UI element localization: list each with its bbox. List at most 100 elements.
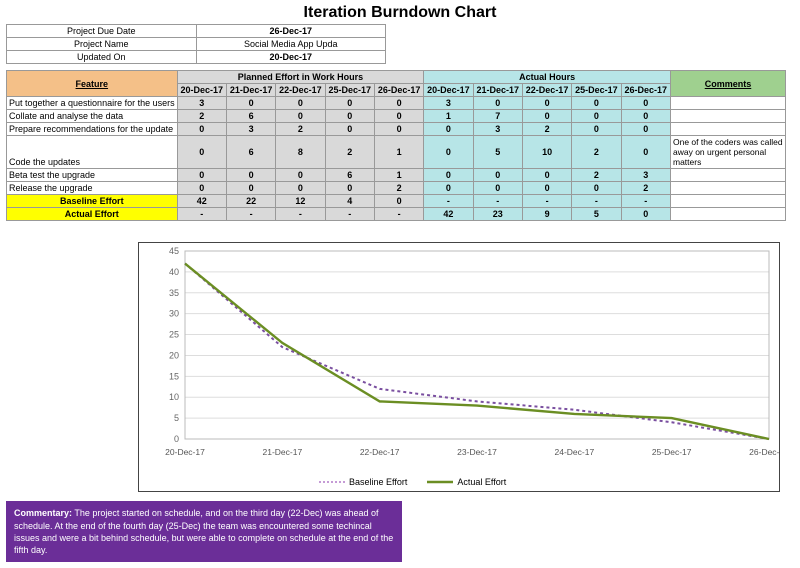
- actual-cell: 1: [424, 110, 473, 123]
- actual-cell: 2: [621, 182, 670, 195]
- svg-text:25: 25: [169, 330, 179, 340]
- svg-text:20: 20: [169, 350, 179, 360]
- summary-cell: 22: [226, 195, 275, 208]
- burndown-chart: 05101520253035404520-Dec-1721-Dec-1722-D…: [138, 242, 780, 492]
- date-header: 26-Dec-17: [621, 84, 670, 97]
- planned-cell: 1: [374, 169, 423, 182]
- legend-actual: Actual Effort: [457, 477, 506, 487]
- planned-cell: 0: [276, 97, 325, 110]
- actual-cell: 0: [572, 182, 621, 195]
- planned-cell: 0: [325, 123, 374, 136]
- commentary-box: Commentary: The project started on sched…: [6, 501, 402, 562]
- planned-cell: 0: [325, 97, 374, 110]
- actual-cell: 3: [621, 169, 670, 182]
- planned-cell: 0: [374, 110, 423, 123]
- date-header: 22-Dec-17: [276, 84, 325, 97]
- svg-text:25-Dec-17: 25-Dec-17: [652, 447, 692, 457]
- planned-cell: 0: [177, 136, 226, 169]
- actual-cell: 0: [473, 169, 522, 182]
- feature-cell: Prepare recommendations for the update: [7, 123, 178, 136]
- col-comments: Comments: [671, 71, 786, 97]
- svg-text:30: 30: [169, 309, 179, 319]
- actual-cell: 7: [473, 110, 522, 123]
- comment-cell: [671, 182, 786, 195]
- comment-cell: [671, 97, 786, 110]
- planned-cell: 0: [276, 110, 325, 123]
- summary-cell: 0: [374, 195, 423, 208]
- planned-cell: 0: [226, 182, 275, 195]
- planned-cell: 3: [177, 97, 226, 110]
- summary-cell: -: [522, 195, 571, 208]
- summary-blank: [671, 208, 786, 221]
- planned-cell: 6: [226, 110, 275, 123]
- date-header: 22-Dec-17: [522, 84, 571, 97]
- planned-cell: 2: [177, 110, 226, 123]
- summary-cell: -: [226, 208, 275, 221]
- svg-text:45: 45: [169, 246, 179, 256]
- actual-cell: 0: [522, 169, 571, 182]
- planned-cell: 0: [177, 123, 226, 136]
- summary-cell: -: [276, 208, 325, 221]
- meta-name-value: Social Media App Upda: [196, 38, 386, 51]
- col-planned: Planned Effort in Work Hours: [177, 71, 424, 84]
- planned-cell: 0: [177, 169, 226, 182]
- summary-cell: -: [572, 195, 621, 208]
- svg-text:21-Dec-17: 21-Dec-17: [262, 447, 302, 457]
- summary-label: Baseline Effort: [7, 195, 178, 208]
- planned-cell: 0: [276, 169, 325, 182]
- summary-cell: -: [424, 195, 473, 208]
- comment-cell: One of the coders was called away on urg…: [671, 136, 786, 169]
- actual-cell: 3: [473, 123, 522, 136]
- summary-cell: 5: [572, 208, 621, 221]
- summary-cell: -: [177, 208, 226, 221]
- summary-cell: -: [621, 195, 670, 208]
- svg-text:15: 15: [169, 371, 179, 381]
- planned-cell: 0: [374, 97, 423, 110]
- actual-cell: 0: [621, 123, 670, 136]
- planned-cell: 0: [226, 169, 275, 182]
- svg-text:5: 5: [174, 413, 179, 423]
- col-actual: Actual Hours: [424, 71, 671, 84]
- actual-cell: 2: [572, 136, 621, 169]
- planned-cell: 2: [325, 136, 374, 169]
- summary-cell: 23: [473, 208, 522, 221]
- planned-cell: 0: [325, 182, 374, 195]
- planned-cell: 8: [276, 136, 325, 169]
- planned-cell: 1: [374, 136, 423, 169]
- meta-due-value: 26-Dec-17: [196, 25, 386, 38]
- feature-cell: Release the upgrade: [7, 182, 178, 195]
- meta-name-label: Project Name: [7, 38, 197, 51]
- svg-text:26-Dec-17: 26-Dec-17: [749, 447, 779, 457]
- comment-cell: [671, 169, 786, 182]
- chart-legend: Baseline Effort Actual Effort: [319, 477, 506, 487]
- commentary-label: Commentary:: [14, 508, 72, 518]
- actual-cell: 0: [424, 136, 473, 169]
- actual-cell: 0: [572, 110, 621, 123]
- planned-cell: 3: [226, 123, 275, 136]
- date-header: 20-Dec-17: [177, 84, 226, 97]
- summary-cell: 4: [325, 195, 374, 208]
- svg-text:23-Dec-17: 23-Dec-17: [457, 447, 497, 457]
- feature-cell: Collate and analyse the data: [7, 110, 178, 123]
- planned-cell: 0: [226, 97, 275, 110]
- svg-text:40: 40: [169, 267, 179, 277]
- comment-cell: [671, 123, 786, 136]
- feature-cell: Put together a questionnaire for the use…: [7, 97, 178, 110]
- summary-label: Actual Effort: [7, 208, 178, 221]
- date-header: 20-Dec-17: [424, 84, 473, 97]
- svg-text:20-Dec-17: 20-Dec-17: [165, 447, 205, 457]
- actual-cell: 0: [621, 97, 670, 110]
- summary-cell: -: [473, 195, 522, 208]
- page-title: Iteration Burndown Chart: [0, 0, 800, 24]
- actual-cell: 2: [572, 169, 621, 182]
- summary-cell: 9: [522, 208, 571, 221]
- planned-cell: 6: [226, 136, 275, 169]
- date-header: 25-Dec-17: [572, 84, 621, 97]
- summary-cell: -: [325, 208, 374, 221]
- meta-table: Project Due Date 26-Dec-17 Project Name …: [6, 24, 386, 64]
- actual-cell: 0: [522, 182, 571, 195]
- actual-cell: 0: [572, 97, 621, 110]
- date-header: 25-Dec-17: [325, 84, 374, 97]
- planned-cell: 0: [177, 182, 226, 195]
- comment-cell: [671, 110, 786, 123]
